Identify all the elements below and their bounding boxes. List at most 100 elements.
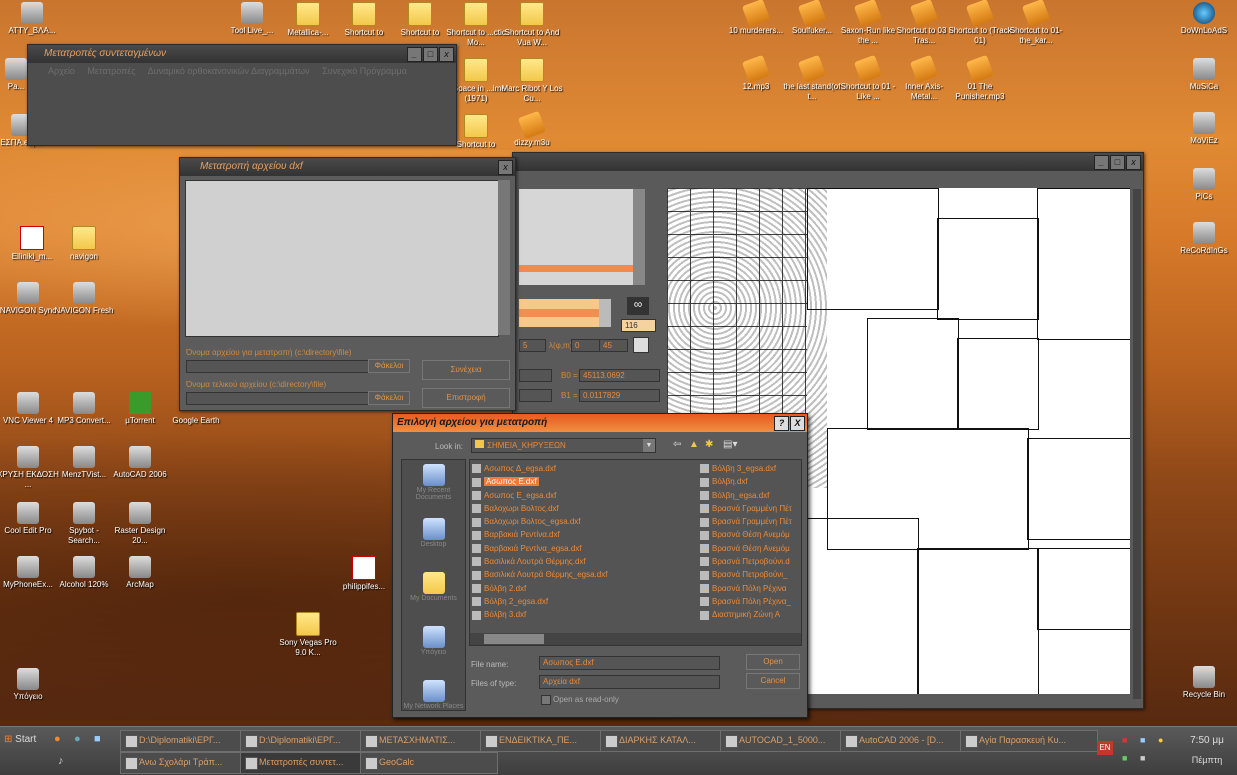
menu-item-program[interactable]: Συνεχικό Πρόγραμμα bbox=[322, 66, 407, 76]
up-folder-icon[interactable]: ▲ bbox=[689, 439, 699, 450]
firefox-quicklaunch-icon[interactable]: ● bbox=[54, 733, 61, 745]
menu-item-potential[interactable]: Δυναμικό ορθοκανονικών Διαγραμμάτων bbox=[148, 66, 310, 76]
desktop-icon-menztvist[interactable]: MenzTVist... bbox=[52, 446, 116, 480]
desktop-icon-mp3[interactable]: MP3 Convert... bbox=[52, 392, 116, 426]
desktop-icon-downloads[interactable]: DoWnLoAdS bbox=[1172, 2, 1236, 36]
minimize-button[interactable]: _ bbox=[407, 47, 422, 62]
desktop-icon-metallica[interactable]: Metallica-... bbox=[276, 2, 340, 38]
desktop-icon-soulfuker[interactable]: Soulfuker... bbox=[780, 0, 844, 36]
place-my-documents[interactable]: My Documents bbox=[402, 572, 465, 622]
new-folder-icon[interactable]: ✱ bbox=[705, 439, 713, 450]
taskbar-item-metasximatis[interactable]: ΜΕΤΑΣΧΗΜΑΤΙΣ... bbox=[360, 730, 498, 752]
file-item[interactable]: Βρασνά Θέση Ανεμόμ bbox=[700, 528, 800, 541]
desktop-icon-musica[interactable]: MuSiCa bbox=[1172, 58, 1236, 92]
taskbar-item-endeiktika[interactable]: ΕΝΔΕΙΚΤΙΚΑ_ΠΕ... bbox=[480, 730, 618, 752]
close-button[interactable]: x bbox=[1126, 155, 1141, 170]
desktop-icon-philippi[interactable]: philippifes... bbox=[332, 556, 396, 592]
language-indicator[interactable]: EN bbox=[1097, 741, 1113, 755]
desktop-icon-navigon-sync[interactable]: NAVIGON Sync bbox=[0, 282, 60, 316]
file-item[interactable]: Ασωπος Δ_egsa.dxf bbox=[472, 462, 697, 475]
desktop-icon-like[interactable]: Shortcut to 01 - Like ... bbox=[836, 54, 900, 102]
calculator-icon[interactable] bbox=[633, 337, 649, 353]
files-of-type-select[interactable]: Αρχεία dxf bbox=[539, 675, 720, 689]
file-item[interactable]: Βόλβη 3_egsa.dxf bbox=[700, 462, 800, 475]
field-0[interactable]: 0 bbox=[571, 339, 600, 352]
close-button[interactable]: x bbox=[439, 47, 454, 62]
dxf-preview-area[interactable] bbox=[185, 180, 499, 337]
view-menu-icon[interactable]: ▤▾ bbox=[723, 439, 737, 450]
desktop-icon-moviez[interactable]: MoViEz bbox=[1172, 112, 1236, 146]
taskbar-item-autocad-file[interactable]: AUTOCAD_1_5000... bbox=[720, 730, 858, 752]
desktop-icon-attu[interactable]: ΑΤΤΥ_ΒΛΑ... bbox=[0, 2, 64, 36]
parameter-field[interactable] bbox=[519, 299, 609, 327]
desktop-icon-dizzy[interactable]: dizzy.m3u bbox=[500, 110, 564, 148]
desktop-icon-ypogeio[interactable]: Υπόγειο bbox=[0, 668, 60, 702]
quicklaunch-icon[interactable]: ♪ bbox=[58, 755, 64, 767]
place-desktop[interactable]: Desktop bbox=[402, 518, 465, 568]
start-button[interactable]: ⊞ Start bbox=[2, 730, 48, 750]
desktop-icon-sony-vegas[interactable]: Sony Vegas Pro 9.0 K... bbox=[276, 612, 340, 658]
desktop-icon-saxon[interactable]: Saxon-Run like the ... bbox=[836, 0, 900, 46]
place-ypogeio[interactable]: Υπόγειο bbox=[402, 626, 465, 676]
taskbar-item-ano-scholari[interactable]: Άνω Σχολάρι Τράπ... bbox=[120, 752, 258, 774]
file-item[interactable]: Ασωπος Ε_egsa.dxf bbox=[472, 489, 697, 502]
desktop-icon-shortcut-a[interactable]: Shortcut to bbox=[332, 2, 396, 38]
desktop-icon-alcohol[interactable]: Alcohol 120% bbox=[52, 556, 116, 590]
map-titlebar[interactable]: _ □ x bbox=[513, 153, 1143, 171]
file-item[interactable]: Ασωπος Ε.dxf bbox=[472, 475, 697, 488]
desktop-icon-myphone[interactable]: MyPhoneEx... bbox=[0, 556, 60, 590]
desktop-icon-marc-ribot[interactable]: Marc Ribot Y Los Cu... bbox=[500, 58, 564, 104]
file-item[interactable]: Βόλβη_egsa.dxf bbox=[700, 489, 800, 502]
scrollbar[interactable] bbox=[633, 189, 645, 285]
file-item[interactable]: Βρασνά Θέση Ανεμόμ bbox=[700, 542, 800, 555]
desktop-icon-tool[interactable]: Tool Live_... bbox=[220, 2, 284, 36]
desktop-icon-vnc[interactable]: VNC Viewer 4 bbox=[0, 392, 60, 426]
field-5[interactable]: 5 bbox=[519, 339, 546, 352]
spinner[interactable] bbox=[599, 299, 611, 327]
taskbar-item-geocalc[interactable]: GeoCalc bbox=[360, 752, 498, 774]
open-dialog-titlebar[interactable]: Επιλογή αρχείου για μετατροπή ? X bbox=[393, 414, 807, 432]
file-item[interactable]: Βόλβη 2.dxf bbox=[472, 582, 697, 595]
minimize-button[interactable]: _ bbox=[1094, 155, 1109, 170]
file-item[interactable]: Βασιλικά Λουτρά Θέρμης_egsa.dxf bbox=[472, 568, 697, 581]
scrollbar-thumb[interactable] bbox=[484, 634, 544, 644]
antivirus-tray-icon[interactable]: ■ bbox=[1122, 735, 1127, 745]
desktop-icon-raster-design[interactable]: Raster Design 20... bbox=[108, 502, 172, 546]
desktop-icon-navigon-folder[interactable]: navigon bbox=[52, 226, 116, 262]
taskbar-item-autocad-2006[interactable]: AutoCAD 2006 - [D... bbox=[840, 730, 978, 752]
taskbar-item-agia-paraskevi[interactable]: Αγία Παρασκευή Κυ... bbox=[960, 730, 1098, 752]
desktop-icon-autocad[interactable]: AutoCAD 2006 bbox=[108, 446, 172, 480]
browse-input-button[interactable]: Φάκελοι bbox=[368, 359, 410, 373]
field-116[interactable]: 116 bbox=[621, 319, 656, 332]
close-button[interactable]: x bbox=[498, 160, 513, 175]
help-button[interactable]: ? bbox=[774, 416, 789, 431]
desktop-icon-shortcut-d[interactable]: Shortcut to And Vua W... bbox=[500, 2, 564, 48]
horizontal-scrollbar[interactable] bbox=[470, 633, 801, 645]
file-item[interactable]: Βρασνά Γραμμένη Πέτ bbox=[700, 515, 800, 528]
desktop-icon-shortcut-b[interactable]: Shortcut to bbox=[388, 2, 452, 38]
desktop-quicklaunch-icon[interactable]: ■ bbox=[94, 733, 101, 745]
back-button[interactable]: Επιστροφή bbox=[422, 388, 510, 408]
open-file-dialog[interactable]: Επιλογή αρχείου για μετατροπή ? X Look i… bbox=[392, 413, 808, 718]
desktop-icon-recycle-bin[interactable]: Recycle Bin bbox=[1172, 666, 1236, 700]
open-button[interactable]: Open bbox=[746, 654, 800, 670]
look-in-select[interactable]: ΣΗΜΕΙΑ_ΚΗΡΥΞΕΩΝ ▼ bbox=[471, 438, 656, 453]
place-network[interactable]: My Network Places bbox=[402, 680, 465, 730]
desktop-icon-10-murderers[interactable]: 10 murderers... bbox=[724, 0, 788, 36]
desktop-icon-utorrent[interactable]: µTorrent bbox=[108, 392, 172, 426]
clock-time[interactable]: 7:50 μμ bbox=[1180, 735, 1234, 746]
file-item[interactable]: Βαρβακιά Ρεντίνα_egsa.dxf bbox=[472, 542, 697, 555]
coordinates-window[interactable]: Μετατροπές συντεταγμένων _ □ x Αρχείο Με… bbox=[27, 44, 457, 146]
file-item[interactable]: Βόλβη.dxf bbox=[700, 475, 800, 488]
field-blank-1[interactable] bbox=[519, 369, 552, 382]
dxf-window[interactable]: Μετατροπή αρχείου dxf x Όνομα αρχείου γι… bbox=[179, 157, 516, 411]
input-file-field[interactable] bbox=[186, 360, 369, 373]
desktop-icon-spybot[interactable]: Spybot - Search... bbox=[52, 502, 116, 546]
desktop-icon-12mp3[interactable]: 12.mp3 bbox=[724, 54, 788, 92]
close-button[interactable]: X bbox=[790, 416, 805, 431]
b0-field[interactable]: 45113.0692 bbox=[579, 369, 660, 382]
taskbar-item-diplomatiki-1[interactable]: D:\Diplomatiki\ΕΡΓ... bbox=[120, 730, 258, 752]
desktop-icon-pics[interactable]: PiCs bbox=[1172, 168, 1236, 202]
dxf-titlebar[interactable]: Μετατροπή αρχείου dxf x bbox=[180, 158, 515, 176]
desktop-icon-arcmap[interactable]: ArcMap bbox=[108, 556, 172, 590]
